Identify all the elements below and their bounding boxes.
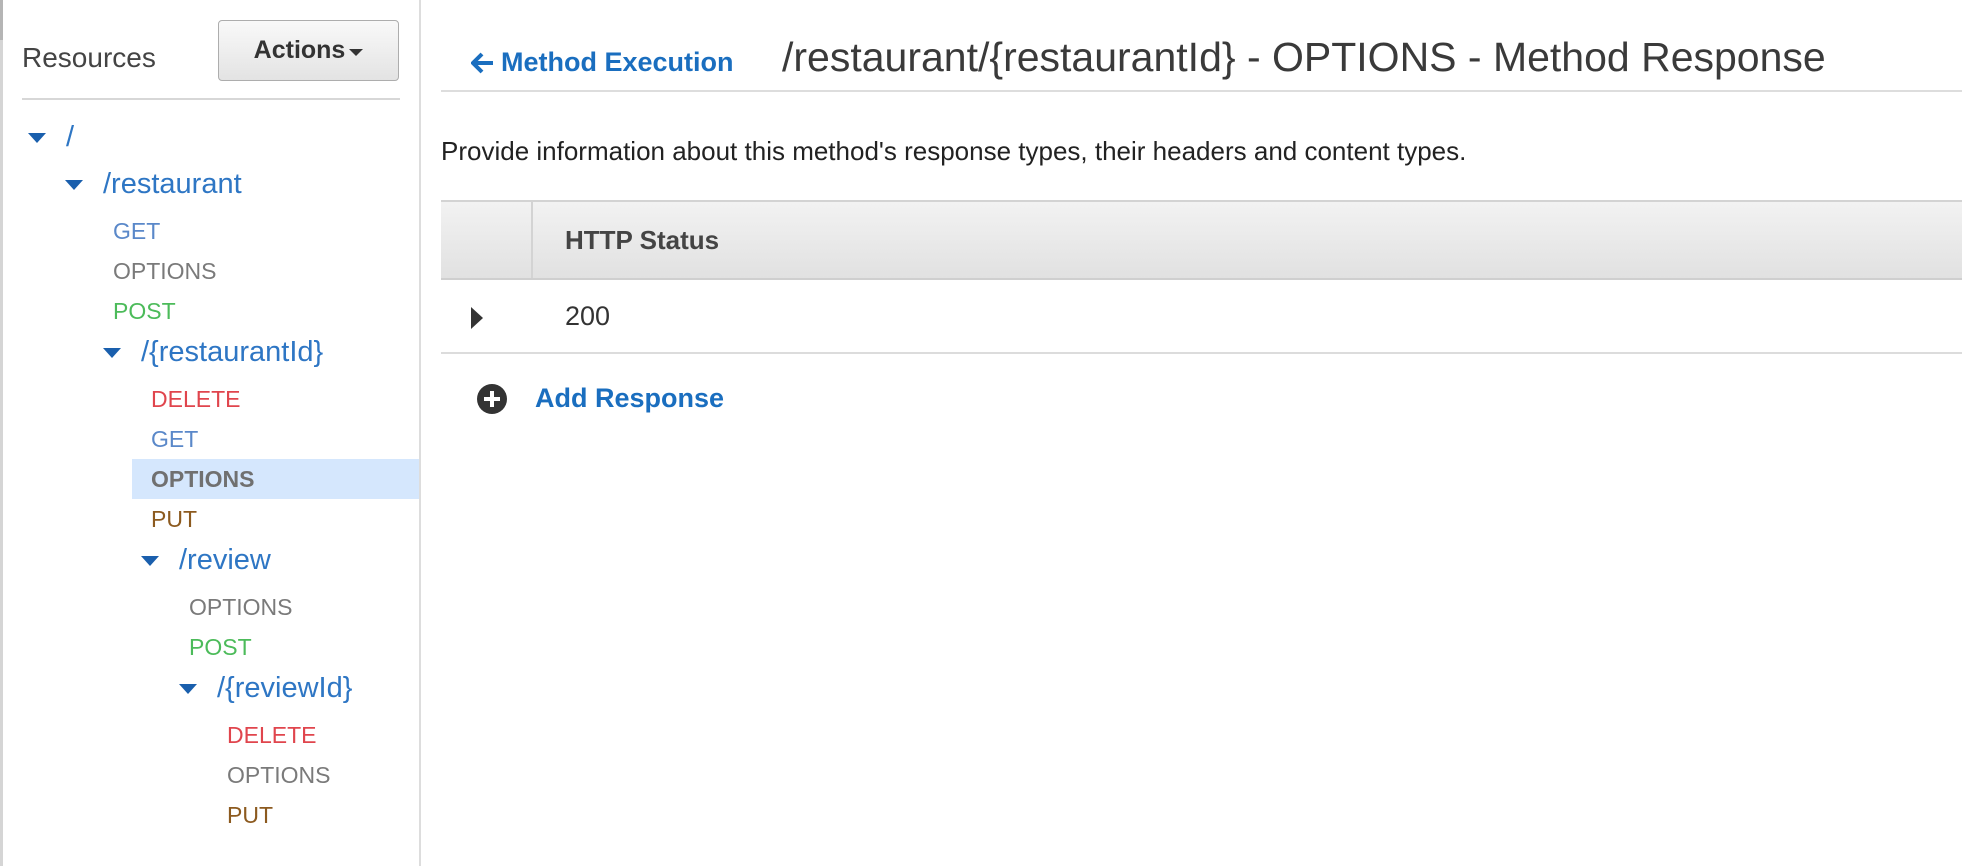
tree-node-restaurant-id[interactable]: /{restaurantId} bbox=[103, 336, 323, 369]
tree-node-review[interactable]: /review bbox=[141, 544, 271, 577]
page-header: Method Execution /restaurant/{restaurant… bbox=[441, 0, 1962, 92]
method-restaurant-id-delete[interactable]: DELETE bbox=[151, 379, 240, 419]
tree-node-review-id[interactable]: /{reviewId} bbox=[179, 672, 352, 705]
sidebar-header: Resources Actions bbox=[22, 0, 400, 100]
method-review-id-put[interactable]: PUT bbox=[227, 795, 273, 835]
page-title: /restaurant/{restaurantId} - OPTIONS - M… bbox=[782, 34, 1826, 80]
tree-node-restaurant[interactable]: /restaurant bbox=[65, 168, 242, 201]
table-header-expand-column bbox=[441, 202, 533, 278]
responses-table: HTTP Status 200 bbox=[441, 200, 1962, 354]
method-review-id-options[interactable]: OPTIONS bbox=[227, 755, 331, 795]
resource-path-restaurant-id: /{restaurantId} bbox=[141, 336, 324, 368]
resource-path-root: / bbox=[66, 121, 75, 153]
method-restaurant-id-get[interactable]: GET bbox=[151, 419, 198, 459]
caret-down-icon[interactable] bbox=[65, 179, 83, 190]
method-restaurant-id-put[interactable]: PUT bbox=[151, 499, 197, 539]
caret-down-icon[interactable] bbox=[28, 132, 46, 143]
table-header: HTTP Status bbox=[441, 200, 1962, 280]
method-restaurant-get[interactable]: GET bbox=[113, 211, 160, 251]
page-description: Provide information about this method's … bbox=[441, 136, 1467, 166]
resource-path-review: /review bbox=[179, 544, 271, 576]
method-execution-link[interactable]: Method Execution bbox=[471, 47, 734, 78]
resource-path-review-id: /{reviewId} bbox=[217, 672, 353, 704]
method-review-post[interactable]: POST bbox=[189, 627, 252, 667]
add-response-label: Add Response bbox=[535, 383, 725, 413]
resource-path-restaurant: /restaurant bbox=[103, 168, 242, 200]
add-response-button[interactable]: Add Response bbox=[477, 383, 724, 414]
resources-title: Resources bbox=[22, 42, 156, 73]
actions-button-label: Actions bbox=[253, 36, 346, 64]
method-restaurant-id-options-selected[interactable]: OPTIONS bbox=[132, 459, 419, 499]
tree-node-root[interactable]: / bbox=[28, 121, 74, 154]
actions-button[interactable]: Actions bbox=[218, 20, 399, 81]
method-review-id-delete[interactable]: DELETE bbox=[227, 715, 316, 755]
method-response-panel: Method Execution /restaurant/{restaurant… bbox=[441, 0, 1962, 866]
http-status-cell: 200 bbox=[565, 300, 611, 331]
method-restaurant-post[interactable]: POST bbox=[113, 291, 176, 331]
http-status-column-header: HTTP Status bbox=[565, 224, 720, 255]
caret-down-icon[interactable] bbox=[179, 683, 197, 694]
method-execution-label: Method Execution bbox=[501, 47, 734, 77]
caret-right-icon[interactable] bbox=[471, 307, 483, 329]
caret-down-icon[interactable] bbox=[103, 347, 121, 358]
method-review-options[interactable]: OPTIONS bbox=[189, 587, 293, 627]
method-restaurant-options[interactable]: OPTIONS bbox=[113, 251, 217, 291]
caret-down-icon[interactable] bbox=[141, 555, 159, 566]
plus-circle-icon bbox=[477, 383, 507, 414]
table-row[interactable]: 200 bbox=[441, 280, 1962, 354]
arrow-left-icon bbox=[471, 52, 493, 73]
resources-sidebar: Resources Actions / /restaurant GET OPTI… bbox=[0, 0, 421, 866]
caret-down-icon bbox=[349, 49, 364, 56]
